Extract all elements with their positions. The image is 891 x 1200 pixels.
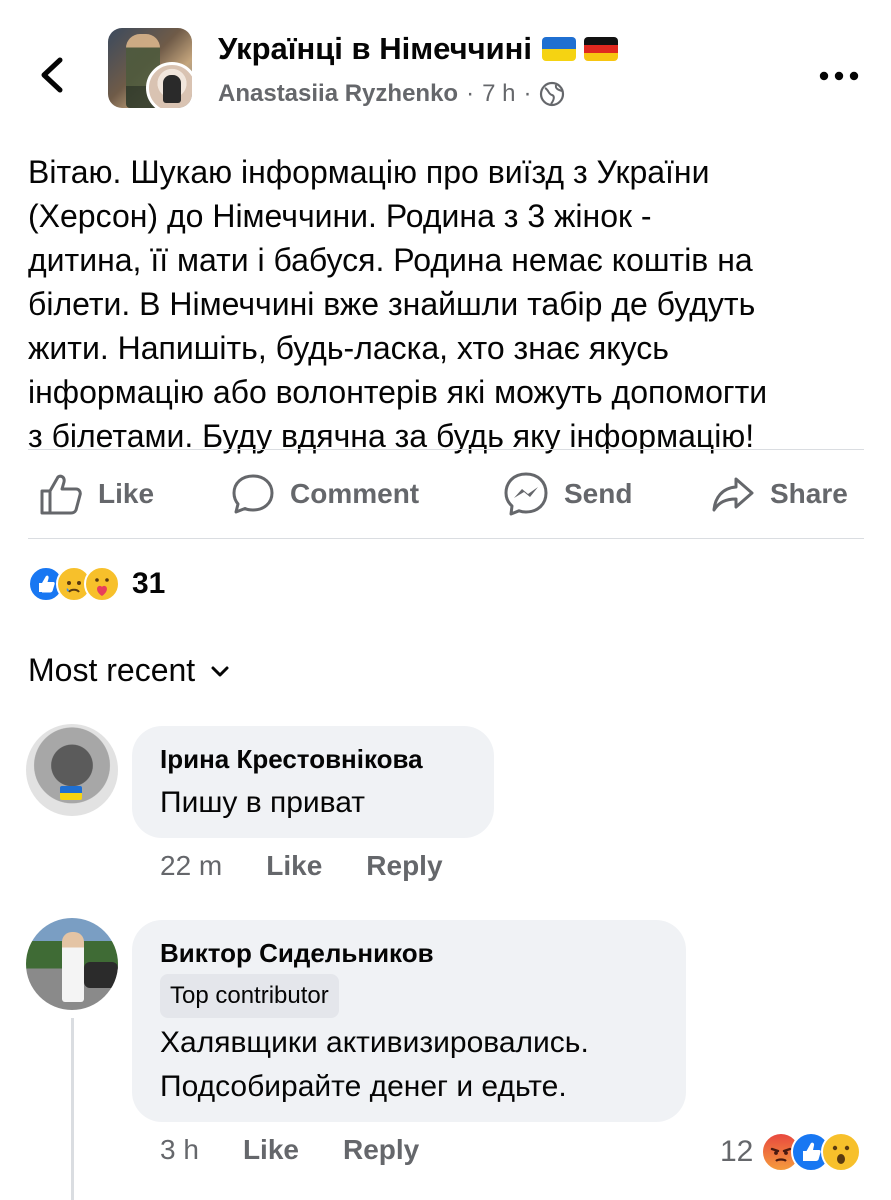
divider-top [28,449,864,450]
globe-icon [540,81,565,107]
comment-icon [232,474,274,514]
wow-reaction-icon [821,1132,862,1172]
commenter-avatar[interactable] [26,724,118,816]
group-title[interactable]: Українці в Німеччині [218,31,618,67]
post-line: Вітаю. Шукаю інформацію про виїзд з Укра… [28,154,710,190]
ukraine-flag-icon [60,786,82,800]
care-reaction-icon [84,566,120,602]
share-arrow-icon [712,477,754,512]
comments-sort-dropdown[interactable]: Most recent [28,652,231,689]
thumbs-up-icon [40,474,82,515]
comment-reaction-count: 12 [720,1135,754,1168]
send-label: Send [564,478,633,509]
post-line: інформацію або волонтерів які можуть доп… [28,374,768,410]
commenter-avatar[interactable] [26,918,118,1010]
meta-separator-2: · [523,80,532,107]
more-horizontal-icon [819,71,859,81]
comment-time: 3 h [160,1134,199,1165]
post-meta: Anastasiia Ryzhenko · 7 h · [218,80,565,108]
avatar-car [84,962,118,988]
like-label: Like [98,478,155,509]
sort-label: Most recent [28,652,196,688]
comment-time: 22 m [160,850,223,881]
share-button[interactable]: Share [710,470,848,518]
comment-reactions-summary[interactable]: 12 [720,1130,862,1174]
comment-text: Пишу в приват [160,786,366,819]
post-line: білети. В Німеччині вже знайшли табір де… [28,286,756,322]
comment-author[interactable]: Ірина Крестовнікова [160,744,423,775]
messenger-icon [504,472,548,516]
chevron-left-icon [41,57,63,93]
post-body: Вітаю. Шукаю інформацію про виїзд з Укра… [28,150,868,458]
meta-separator: · [466,80,475,107]
comment-author[interactable]: Виктор Сидельников [160,938,434,969]
comment-label: Comment [290,478,420,509]
comment-meta: 3 h Like Reply [160,1134,419,1166]
reactions-summary[interactable]: 31 [28,564,165,604]
post-line: жити. Напишіть, будь-ласка, хто знає яку… [28,330,669,366]
send-button[interactable]: Send [502,470,632,518]
comment-reply-button[interactable]: Reply [343,1134,419,1166]
ukraine-flag-icon [541,37,576,61]
divider-bottom [28,538,864,539]
comment-button[interactable]: Comment [230,470,419,518]
comment-text-line: Халявщики активизировались. [160,1026,589,1059]
comment-meta: 22 m Like Reply [160,850,443,882]
author-avatar [146,62,192,108]
chevron-down-icon [211,666,229,676]
post-line: з білетами. Буду вдячна за будь яку інфо… [28,418,755,454]
group-name: Українці в Німеччині [218,31,532,66]
post-author[interactable]: Anastasiia Ryzhenko [218,80,458,108]
like-button[interactable]: Like [38,470,154,518]
comment-like-button[interactable]: Like [243,1134,299,1166]
group-avatar[interactable] [108,28,192,108]
top-contributor-badge[interactable]: Top contributor [160,974,339,1018]
comment-like-button[interactable]: Like [266,850,322,882]
reply-thread-line [71,1018,74,1200]
post-line: дитина, її мати і бабуся. Родина немає к… [28,242,753,278]
germany-flag-icon [583,37,618,61]
comment-reply-button[interactable]: Reply [366,850,442,882]
avatar-person [62,932,84,1002]
more-options-button[interactable] [816,64,862,88]
comment-text-line: Подсобирайте денег и едьте. [160,1070,567,1103]
back-button[interactable] [30,50,76,100]
post-line: (Херсон) до Німеччини. Родина з 3 жінок … [28,198,652,234]
share-label: Share [770,478,848,509]
post-time[interactable]: 7 h [482,80,515,108]
reaction-count: 31 [132,567,166,600]
